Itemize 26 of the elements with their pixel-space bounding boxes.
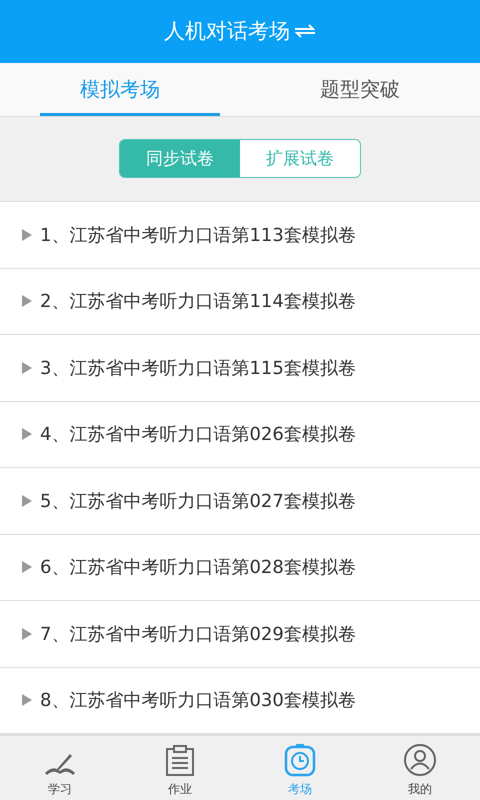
paper-title[interactable]: 1、江苏省中考听力口语第113套模拟卷 bbox=[40, 222, 356, 247]
nav-item[interactable]: 作业 bbox=[120, 736, 240, 800]
paper-title[interactable]: 6、江苏省中考听力口语第028套模拟卷 bbox=[40, 555, 356, 580]
triangle-icon bbox=[22, 295, 32, 308]
paper-title[interactable]: 7、江苏省中考听力口语第029套模拟卷 bbox=[40, 622, 356, 646]
paper-title[interactable]: 3、江苏省中考听力口语第115套模拟卷 bbox=[40, 356, 356, 380]
paper-title[interactable]: 2、江苏省中考听力口语第114套模拟卷 bbox=[40, 289, 356, 314]
swap-icon[interactable] bbox=[294, 24, 316, 38]
nav-item[interactable]: 学习 bbox=[0, 736, 120, 800]
triangle-icon bbox=[22, 561, 32, 574]
clipboard-icon bbox=[165, 745, 195, 777]
triangle-icon bbox=[22, 428, 32, 440]
triangle-icon bbox=[22, 494, 32, 507]
book-pen-icon bbox=[43, 751, 77, 777]
triangle-icon bbox=[22, 628, 32, 640]
paper-title[interactable]: 5、江苏省中考听力口语第027套模拟卷 bbox=[40, 488, 356, 513]
triangle-icon bbox=[22, 362, 32, 374]
page-title: 人机对话考场 bbox=[164, 18, 290, 46]
nav-item[interactable]: 我的 bbox=[360, 736, 480, 800]
paper-title[interactable]: 8、江苏省中考听力口语第030套模拟卷 bbox=[40, 688, 356, 712]
triangle-icon bbox=[22, 228, 32, 241]
user-icon bbox=[403, 743, 437, 777]
triangle-icon bbox=[22, 694, 32, 706]
paper-title[interactable]: 4、江苏省中考听力口语第026套模拟卷 bbox=[40, 422, 356, 446]
tab[interactable]: 题型突破 bbox=[240, 62, 480, 116]
clock-icon bbox=[284, 743, 316, 777]
